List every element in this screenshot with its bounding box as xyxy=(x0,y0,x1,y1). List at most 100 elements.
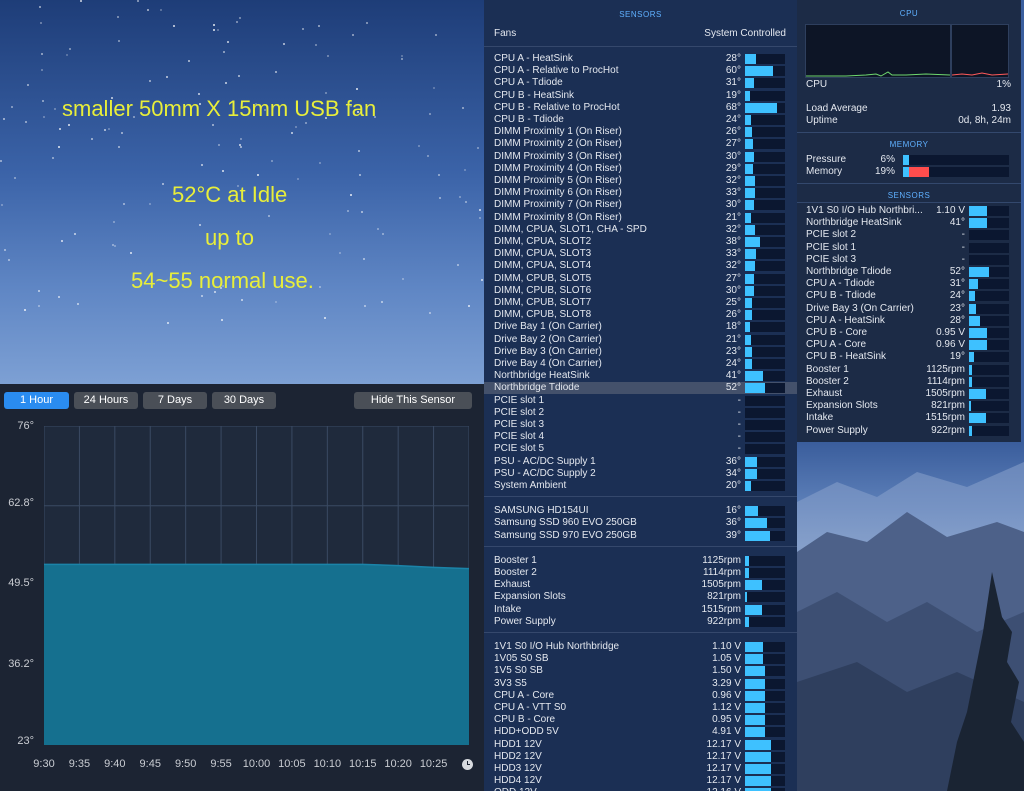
sensor-row[interactable]: PCIE slot 2 - xyxy=(484,407,797,419)
star xyxy=(188,60,190,62)
sensor-level-fill xyxy=(745,249,756,260)
widget-sensor-row[interactable]: PCIE slot 2 - xyxy=(797,229,1021,241)
widget-sensor-row[interactable]: Northbridge HeatSink 41° xyxy=(797,217,1021,229)
star xyxy=(160,9,162,11)
widget-sensor-row[interactable]: CPU A - HeatSink 28° xyxy=(797,315,1021,327)
sensor-row[interactable]: DIMM, CPUB, SLOT8 26° xyxy=(484,309,797,321)
sensor-row[interactable]: Samsung SSD 960 EVO 250GB 36° xyxy=(484,517,797,529)
widget-sensor-row[interactable]: Northbridge Tdiode 52° xyxy=(797,266,1021,278)
sensor-row[interactable]: 1V05 S0 SB 1.05 V xyxy=(484,653,797,665)
sensor-row[interactable]: Intake 1515rpm xyxy=(484,604,797,616)
sensor-level-fill xyxy=(745,371,763,382)
widget-sensor-row[interactable]: Exhaust 1505rpm xyxy=(797,388,1021,400)
widget-sensor-row[interactable]: PCIE slot 1 - xyxy=(797,242,1021,254)
widget-sensor-row[interactable]: CPU A - Core 0.96 V xyxy=(797,339,1021,351)
sensor-row[interactable]: DIMM, CPUB, SLOT7 25° xyxy=(484,297,797,309)
tab-30-days[interactable]: 30 Days xyxy=(212,392,276,409)
sensor-row[interactable]: DIMM Proximity 8 (On Riser) 21° xyxy=(484,212,797,224)
sensor-row[interactable]: DIMM Proximity 6 (On Riser) 33° xyxy=(484,187,797,199)
widget-sensor-row[interactable]: CPU A - Tdiode 31° xyxy=(797,278,1021,290)
tab-1-hour[interactable]: 1 Hour xyxy=(4,392,69,409)
sensor-row[interactable]: HDD1 12V 12.17 V xyxy=(484,739,797,751)
sensor-level-bar xyxy=(745,530,785,541)
sensor-row[interactable]: DIMM, CPUA, SLOT4 32° xyxy=(484,260,797,272)
widget-sensor-row[interactable]: Booster 1 1125rpm xyxy=(797,364,1021,376)
sensor-row[interactable]: DIMM Proximity 1 (On Riser) 26° xyxy=(484,126,797,138)
sensor-row[interactable]: DIMM Proximity 3 (On Riser) 30° xyxy=(484,151,797,163)
sensor-row[interactable]: 1V1 S0 I/O Hub Northbridge 1.10 V xyxy=(484,641,797,653)
widget-sensor-value: 52° xyxy=(949,266,965,277)
sensor-row[interactable]: CPU A - VTT S0 1.12 V xyxy=(484,702,797,714)
star xyxy=(112,244,114,246)
widget-sensor-row[interactable]: 1V1 S0 I/O Hub Northbri... 1.10 V xyxy=(797,205,1021,217)
sensor-row[interactable]: Drive Bay 4 (On Carrier) 24° xyxy=(484,358,797,370)
sensor-value: 1515rpm xyxy=(701,603,741,615)
sensor-row[interactable]: CPU A - Relative to ProcHot 60° xyxy=(484,65,797,77)
sensor-row[interactable]: Drive Bay 2 (On Carrier) 21° xyxy=(484,334,797,346)
sensor-row[interactable]: PSU - AC/DC Supply 1 36° xyxy=(484,456,797,468)
sensor-row[interactable]: DIMM Proximity 7 (On Riser) 30° xyxy=(484,199,797,211)
widget-sensor-value: 922rpm xyxy=(931,424,965,436)
sensor-row[interactable]: CPU A - Tdiode 31° xyxy=(484,77,797,89)
sensor-row[interactable]: Drive Bay 3 (On Carrier) 23° xyxy=(484,346,797,358)
sensor-value: 4.91 V xyxy=(712,726,741,738)
sensor-row[interactable]: HDD3 12V 12.17 V xyxy=(484,763,797,775)
sensor-row[interactable]: Northbridge Tdiode 52° xyxy=(484,382,797,395)
sensor-row[interactable]: HDD4 12V 12.17 V xyxy=(484,775,797,787)
sensor-row[interactable]: HDD+ODD 5V 4.91 V xyxy=(484,726,797,738)
sensor-label: DIMM, CPUA, SLOT3 xyxy=(494,248,592,260)
widget-sensor-row[interactable]: CPU B - Tdiode 24° xyxy=(797,290,1021,302)
sensor-row[interactable]: DIMM, CPUA, SLOT2 38° xyxy=(484,236,797,248)
widget-sensor-row[interactable]: Drive Bay 3 (On Carrier) 23° xyxy=(797,303,1021,315)
widget-sensor-row[interactable]: CPU B - HeatSink 19° xyxy=(797,351,1021,363)
sensor-row[interactable]: DIMM, CPUB, SLOT6 30° xyxy=(484,285,797,297)
sensor-row[interactable]: CPU A - Core 0.96 V xyxy=(484,690,797,702)
sensor-row[interactable]: PCIE slot 5 - xyxy=(484,443,797,455)
sensor-row[interactable]: PCIE slot 4 - xyxy=(484,431,797,443)
sensor-row[interactable]: ODD 12V 12.16 V xyxy=(484,787,797,791)
widget-sensor-row[interactable]: Intake 1515rpm xyxy=(797,412,1021,424)
sensor-row[interactable]: Northbridge HeatSink 41° xyxy=(484,370,797,382)
sensor-row[interactable]: PCIE slot 3 - xyxy=(484,419,797,431)
widget-sensor-row[interactable]: CPU B - Core 0.95 V xyxy=(797,327,1021,339)
sensor-row[interactable]: PSU - AC/DC Supply 2 34° xyxy=(484,468,797,480)
tab-24-hours[interactable]: 24 Hours xyxy=(74,392,138,409)
star xyxy=(241,299,243,301)
sensor-row[interactable]: Booster 2 1114rpm xyxy=(484,567,797,579)
sensor-row[interactable]: DIMM Proximity 2 (On Riser) 27° xyxy=(484,138,797,150)
sensor-row[interactable]: Drive Bay 1 (On Carrier) 18° xyxy=(484,321,797,333)
sensor-row[interactable]: PCIE slot 1 - xyxy=(484,395,797,407)
sensor-row[interactable]: CPU B - HeatSink 19° xyxy=(484,90,797,102)
sensor-row[interactable]: DIMM, CPUA, SLOT3 33° xyxy=(484,248,797,260)
widget-sensor-row[interactable]: Booster 2 1114rpm xyxy=(797,376,1021,388)
sensor-level-bar xyxy=(745,298,785,308)
star xyxy=(40,22,42,24)
widget-sensor-row[interactable]: Power Supply 922rpm xyxy=(797,425,1021,437)
sensor-row[interactable]: Power Supply 922rpm xyxy=(484,616,797,628)
sensor-row[interactable]: SAMSUNG HD154UI 16° xyxy=(484,505,797,517)
sensor-row[interactable]: CPU B - Tdiode 24° xyxy=(484,114,797,126)
sensor-row[interactable]: CPU B - Relative to ProcHot 68° xyxy=(484,102,797,114)
hide-sensor-button[interactable]: Hide This Sensor xyxy=(354,392,472,409)
tab-7-days[interactable]: 7 Days xyxy=(143,392,207,409)
sensor-value: 20° xyxy=(725,480,741,491)
sensor-row[interactable]: DIMM Proximity 5 (On Riser) 32° xyxy=(484,175,797,187)
sensor-row[interactable]: DIMM, CPUA, SLOT1, CHA - SPD 32° xyxy=(484,224,797,236)
sensor-row[interactable]: System Ambient 20° xyxy=(484,480,797,492)
sensor-row[interactable]: Booster 1 1125rpm xyxy=(484,555,797,567)
clock-icon[interactable] xyxy=(462,759,473,770)
sensor-row[interactable]: Expansion Slots 821rpm xyxy=(484,591,797,603)
sensor-row[interactable]: DIMM, CPUB, SLOT5 27° xyxy=(484,273,797,285)
sensor-row[interactable]: Samsung SSD 970 EVO 250GB 39° xyxy=(484,530,797,542)
sensor-row[interactable]: CPU A - HeatSink 28° xyxy=(484,53,797,65)
sensor-row[interactable]: CPU B - Core 0.95 V xyxy=(484,714,797,726)
widget-sensor-row[interactable]: Expansion Slots 821rpm xyxy=(797,400,1021,412)
sensor-row[interactable]: 1V5 S0 SB 1.50 V xyxy=(484,665,797,677)
sensor-row[interactable]: Exhaust 1505rpm xyxy=(484,579,797,591)
sensor-row[interactable]: HDD2 12V 12.17 V xyxy=(484,751,797,763)
star xyxy=(439,197,441,199)
fans-mode-value[interactable]: System Controlled xyxy=(704,28,786,39)
sensor-row[interactable]: DIMM Proximity 4 (On Riser) 29° xyxy=(484,163,797,175)
sensor-row[interactable]: 3V3 S5 3.29 V xyxy=(484,678,797,690)
widget-sensor-row[interactable]: PCIE slot 3 - xyxy=(797,254,1021,266)
